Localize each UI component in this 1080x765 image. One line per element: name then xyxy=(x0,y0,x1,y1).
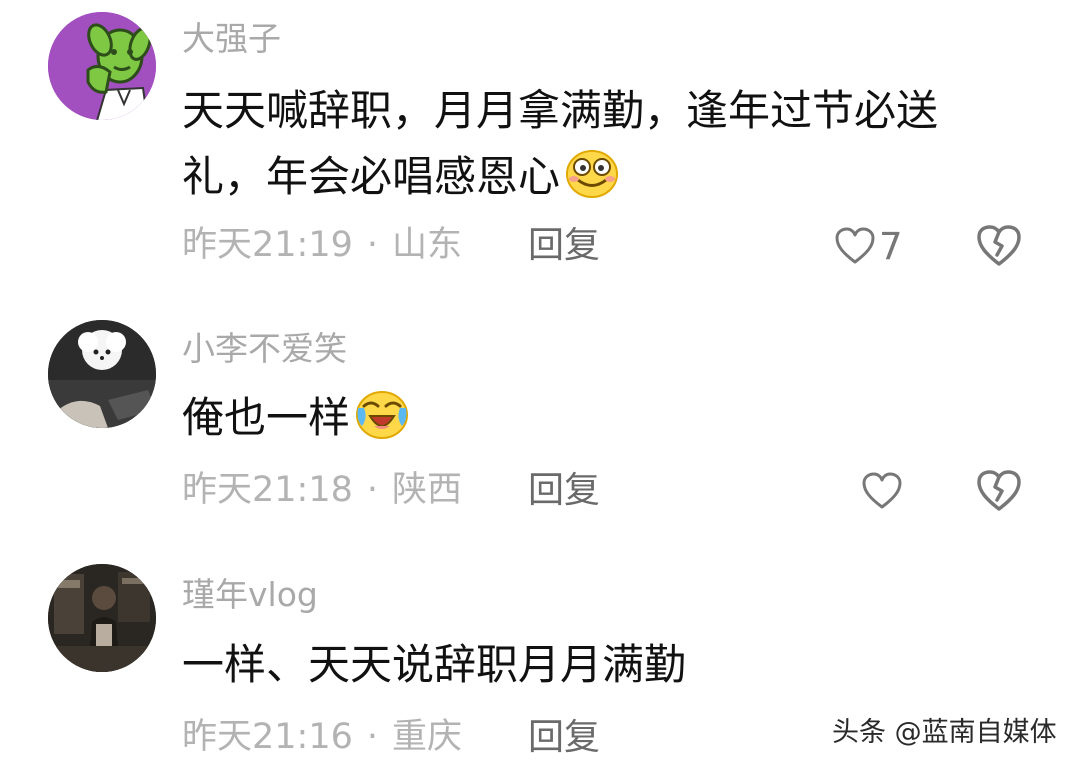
broken-heart-icon xyxy=(977,470,1021,511)
room-avatar-image xyxy=(48,564,156,672)
dislike-button[interactable] xyxy=(976,469,1022,513)
like-button[interactable] xyxy=(862,469,902,513)
dislike-button[interactable] xyxy=(976,224,1022,268)
avatar[interactable] xyxy=(48,564,156,672)
smile-emoji xyxy=(566,150,619,198)
separator: · xyxy=(366,225,379,265)
watermark: 头条 @蓝南自媒体 xyxy=(832,717,1057,748)
crying-laughing-emoji xyxy=(356,391,409,439)
like-button[interactable]: 7 xyxy=(835,224,903,268)
comment-text-body: 俺也一样 xyxy=(182,393,351,442)
comment-meta: 昨天21:19 · 山东 xyxy=(182,228,462,263)
avatar[interactable] xyxy=(48,12,156,120)
reply-button[interactable]: 回复 xyxy=(528,473,600,509)
comment-text: 俺也一样 xyxy=(182,385,1012,451)
separator: · xyxy=(366,717,379,757)
location: 山东 xyxy=(392,225,463,265)
comment-item: 大强子 天天喊辞职，月月拿满勤，逢年过节必送礼，年会必唱感恩心 昨天21:19 ·… xyxy=(0,0,1080,290)
comment-meta: 昨天21:18 · 陕西 xyxy=(182,473,462,508)
heart-outline-icon xyxy=(835,227,875,264)
comment-text: 一样、天天说辞职月月满勤 xyxy=(182,632,1012,698)
username[interactable]: 大强子 xyxy=(182,22,281,55)
reply-button[interactable]: 回复 xyxy=(528,228,600,264)
reply-button[interactable]: 回复 xyxy=(528,720,600,756)
timestamp: 昨天21:18 xyxy=(182,470,353,510)
avatar[interactable] xyxy=(48,320,156,428)
location: 重庆 xyxy=(392,717,463,757)
broken-heart-icon xyxy=(977,225,1021,266)
puppy-avatar-image xyxy=(48,320,156,428)
username[interactable]: 小李不爱笑 xyxy=(182,332,347,365)
comment-text: 天天喊辞职，月月拿满勤，逢年过节必送礼，年会必唱感恩心 xyxy=(182,78,1012,210)
comment-meta: 昨天21:16 · 重庆 xyxy=(182,720,462,755)
comment-text-body: 天天喊辞职，月月拿满勤，逢年过节必送礼，年会必唱感恩心 xyxy=(182,86,939,201)
timestamp: 昨天21:19 xyxy=(182,225,353,265)
comment-item: 小李不爱笑 俺也一样 昨天21:18 · 陕西 回复 xyxy=(0,290,1080,540)
timestamp: 昨天21:16 xyxy=(182,717,353,757)
separator: · xyxy=(366,470,379,510)
location: 陕西 xyxy=(392,470,463,510)
dog-avatar-image xyxy=(48,12,156,120)
like-count: 7 xyxy=(879,224,903,268)
username[interactable]: 瑾年vlog xyxy=(182,578,318,611)
comment-text-body: 一样、天天说辞职月月满勤 xyxy=(182,640,687,689)
heart-outline-icon xyxy=(862,472,902,509)
